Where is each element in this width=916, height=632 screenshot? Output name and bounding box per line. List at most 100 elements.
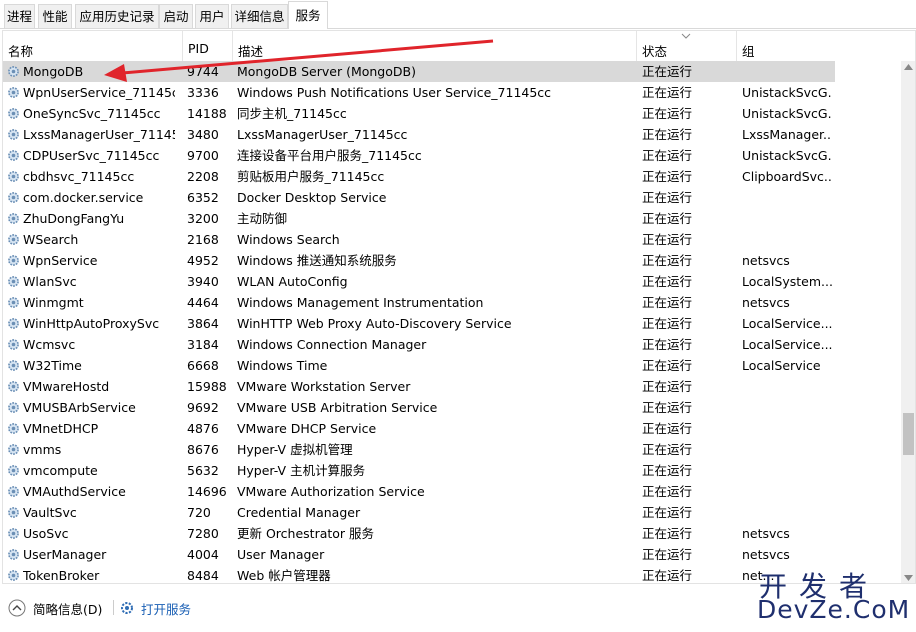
watermark: 开发者 DevZe.CoM xyxy=(755,565,915,632)
service-description: 剪贴板用户服务_71145cc xyxy=(237,169,385,184)
service-status: 正在运行 xyxy=(642,211,693,226)
vertical-scrollbar[interactable] xyxy=(901,61,915,583)
service-pid: 3864 xyxy=(187,316,219,331)
service-status: 正在运行 xyxy=(642,337,693,352)
service-group: UnistackSvcG... xyxy=(742,148,832,163)
service-description: VMware DHCP Service xyxy=(237,421,377,436)
tab-4[interactable]: 用户 xyxy=(195,4,229,28)
service-pid: 3480 xyxy=(187,127,219,142)
table-row[interactable]: WpnUserService_71145cc 3336 Windows Push N… xyxy=(3,82,901,103)
service-name: MongoDB xyxy=(23,64,84,79)
service-name: cbdhsvc_71145cc xyxy=(23,169,135,184)
table-row[interactable]: vmms 8676 Hyper-V 虚拟机管理 正在运行 xyxy=(3,439,901,460)
open-services-link[interactable]: 打开服务 xyxy=(119,599,191,617)
table-row[interactable]: VMAuthdService 14696 VMware Authorization … xyxy=(3,481,901,502)
table-row[interactable]: OneSyncSvc_71145cc 14188 同步主机_71145cc 正在运行 U… xyxy=(3,103,901,124)
service-pid: 14696 xyxy=(187,484,227,499)
service-name: W32Time xyxy=(23,358,82,373)
tab-0[interactable]: 进程 xyxy=(4,4,35,28)
service-status: 正在运行 xyxy=(642,253,693,268)
service-pid: 9744 xyxy=(187,64,219,79)
service-pid: 5632 xyxy=(187,463,219,478)
service-description: Hyper-V 主机计算服务 xyxy=(237,463,366,478)
service-status: 正在运行 xyxy=(642,169,693,184)
service-group xyxy=(742,376,832,397)
gear-icon xyxy=(7,569,20,582)
column-pid[interactable]: PID xyxy=(183,31,233,61)
table-row[interactable]: VMnetDHCP 4876 VMware DHCP Service 正在运行 xyxy=(3,418,901,439)
service-status: 正在运行 xyxy=(642,232,693,247)
service-group: LxssManager... xyxy=(742,127,832,142)
gear-icon xyxy=(7,191,20,204)
table-row[interactable]: Winmgmt 4464 Windows Management Instrument… xyxy=(3,292,901,313)
column-group[interactable]: 组 xyxy=(737,31,901,61)
table-row[interactable]: LxssManagerUser_71145... 3480 LxssManagerU… xyxy=(3,124,901,145)
table-row[interactable]: com.docker.service 6352 Docker Desktop Ser… xyxy=(3,187,901,208)
table-row[interactable]: Wcmsvc 3184 Windows Connection Manager 正在运行… xyxy=(3,334,901,355)
service-status: 正在运行 xyxy=(642,106,693,121)
service-description: Windows Push Notifications User Service_… xyxy=(237,85,552,100)
table-row[interactable]: WpnService 4952 Windows 推送通知系统服务 正在运行 netsvc… xyxy=(3,250,901,271)
table-row[interactable]: ZhuDongFangYu 3200 主动防御 正在运行 xyxy=(3,208,901,229)
column-description[interactable]: 描述 xyxy=(233,31,637,61)
gear-icon xyxy=(7,149,20,162)
table-row[interactable]: WinHttpAutoProxySvc 3864 WinHTTP Web Proxy… xyxy=(3,313,901,334)
service-status: 正在运行 xyxy=(642,484,693,499)
table-row[interactable]: CDPUserSvc_71145cc 9700 连接设备平台用户服务_71145cc… xyxy=(3,145,901,166)
tab-6[interactable]: 服务 xyxy=(288,1,328,29)
table-row[interactable]: VMUSBArbService 9692 VMware USB Arbitratio… xyxy=(3,397,901,418)
service-group: UnistackSvcG... xyxy=(742,85,832,100)
gear-icon xyxy=(7,86,20,99)
fewer-details-button[interactable]: 简略信息(D) xyxy=(8,599,102,617)
column-name[interactable]: 名称 xyxy=(3,31,183,61)
service-pid: 9692 xyxy=(187,400,219,415)
service-name: Wcmsvc xyxy=(23,337,76,352)
scroll-up-icon[interactable] xyxy=(904,64,913,70)
service-group xyxy=(742,229,832,250)
service-status: 正在运行 xyxy=(642,421,693,436)
service-group xyxy=(742,502,832,523)
table-row[interactable]: MongoDB 9744 MongoDB Server (MongoDB) 正在运行 xyxy=(3,61,835,82)
gear-icon xyxy=(7,506,20,519)
table-row[interactable]: vmcompute 5632 Hyper-V 主机计算服务 正在运行 xyxy=(3,460,901,481)
service-group: netsvcs xyxy=(742,547,790,562)
table-row[interactable]: UserManager 4004 User Manager 正在运行 netsvcs xyxy=(3,544,901,565)
table-row[interactable]: WlanSvc 3940 WLAN AutoConfig 正在运行 LocalSyste… xyxy=(3,271,901,292)
tab-1[interactable]: 性能 xyxy=(38,4,72,28)
service-group xyxy=(742,418,832,439)
service-name: UserManager xyxy=(23,547,107,562)
service-name: TokenBroker xyxy=(23,568,100,583)
service-name: CDPUserSvc_71145cc xyxy=(23,148,160,163)
service-group: LocalSystem... xyxy=(742,274,832,289)
service-pid: 4876 xyxy=(187,421,219,436)
tab-5[interactable]: 详细信息 xyxy=(231,4,288,28)
table-row[interactable]: W32Time 6668 Windows Time 正在运行 LocalService xyxy=(3,355,901,376)
service-status: 正在运行 xyxy=(642,64,693,79)
service-pid: 8484 xyxy=(187,568,219,583)
table-row[interactable]: WSearch 2168 Windows Search 正在运行 xyxy=(3,229,901,250)
service-pid: 7280 xyxy=(187,526,219,541)
gear-icon xyxy=(7,275,20,288)
service-group: LocalService... xyxy=(742,337,832,352)
gear-icon xyxy=(7,296,20,309)
gear-icon xyxy=(121,602,133,614)
service-description: Windows Search xyxy=(237,232,340,247)
service-pid: 15988 xyxy=(187,379,227,394)
service-status: 正在运行 xyxy=(642,85,693,100)
service-status: 正在运行 xyxy=(642,505,693,520)
service-pid: 4464 xyxy=(187,295,219,310)
tab-2[interactable]: 应用历史记录 xyxy=(75,4,159,28)
table-row[interactable]: UsoSvc 7280 更新 Orchestrator 服务 正在运行 netsvcs xyxy=(3,523,901,544)
service-pid: 6352 xyxy=(187,190,219,205)
service-status: 正在运行 xyxy=(642,190,693,205)
scrollbar-thumb[interactable] xyxy=(903,413,914,455)
service-status: 正在运行 xyxy=(642,316,693,331)
service-name: WpnUserService_71145cc xyxy=(23,85,175,100)
service-status: 正在运行 xyxy=(642,379,693,394)
table-row[interactable]: cbdhsvc_71145cc 2208 剪贴板用户服务_71145cc 正在运行 Cl… xyxy=(3,166,901,187)
fewer-details-label: 简略信息(D) xyxy=(33,601,103,617)
service-name: VMwareHostd xyxy=(23,379,110,394)
tab-3[interactable]: 启动 xyxy=(159,4,193,28)
table-row[interactable]: VMwareHostd 15988 VMware Workstation Serve… xyxy=(3,376,901,397)
table-row[interactable]: VaultSvc 720 Credential Manager 正在运行 xyxy=(3,502,901,523)
